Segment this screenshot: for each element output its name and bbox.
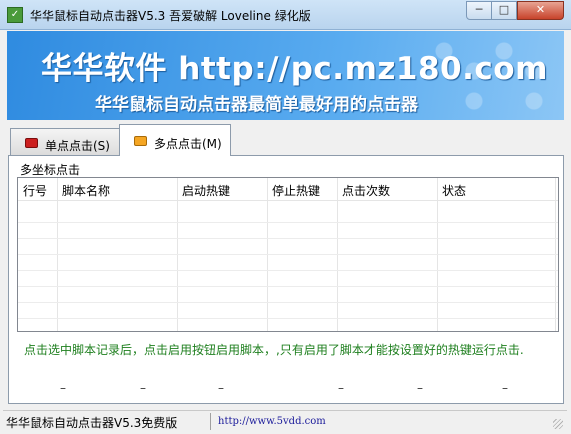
resize-grip-icon[interactable] — [553, 419, 563, 429]
placeholder-dash: – — [417, 381, 423, 395]
placeholder-dash: – — [60, 381, 66, 395]
list-header: 行号 脚本名称 启动热键 停止热键 点击次数 状态 — [18, 178, 558, 201]
group-label: 多坐标点击 — [20, 163, 81, 177]
usage-hint: 点击选中脚本记录后，点击启用按钮启用脚本，,只有启用了脚本才能按设置好的热键运行… — [24, 343, 524, 357]
placeholder-dash: – — [218, 381, 224, 395]
column-header-status[interactable]: 状态 — [442, 182, 466, 199]
status-bar: 华华鼠标自动点击器V5.3免费版 http://www.5vdd.com — [3, 410, 567, 432]
multi-click-panel: 多坐标点击 行号 脚本名称 启动热键 停止热键 点击次数 状态 点击选中脚本记录… — [8, 155, 564, 404]
window-title: 华华鼠标自动点击器V5.3 吾爱破解 Loveline 绿化版 — [30, 9, 311, 23]
placeholder-dash: – — [140, 381, 146, 395]
tab-strip: 单点点击(S) 多点点击(M) — [7, 124, 564, 156]
status-divider — [210, 413, 211, 430]
column-header-start-hotkey[interactable]: 启动热键 — [182, 182, 230, 199]
banner-headline: 华华软件 http://pc.mz180.com — [41, 51, 548, 87]
row-line — [18, 222, 558, 223]
maximize-button[interactable]: □ — [491, 1, 517, 20]
orange-bar-icon — [134, 136, 147, 146]
app-icon: ✓ — [7, 7, 23, 23]
placeholder-dash: – — [338, 381, 344, 395]
column-header-stop-hotkey[interactable]: 停止热键 — [272, 182, 320, 199]
minimize-button[interactable]: ─ — [466, 1, 492, 20]
banner: 华华软件 http://pc.mz180.com 华华鼠标自动点击器最简单最好用… — [7, 31, 564, 120]
red-bar-icon — [25, 138, 38, 148]
script-list[interactable]: 行号 脚本名称 启动热键 停止热键 点击次数 状态 — [17, 177, 559, 332]
row-line — [18, 302, 558, 303]
row-line — [18, 318, 558, 319]
column-header-row-number[interactable]: 行号 — [23, 182, 47, 199]
row-line — [18, 286, 558, 287]
column-header-click-count[interactable]: 点击次数 — [342, 182, 390, 199]
tab-label: 单点点击(S) — [45, 139, 110, 153]
status-product: 华华鼠标自动点击器V5.3免费版 — [6, 416, 178, 430]
title-bar: ✓ 华华鼠标自动点击器V5.3 吾爱破解 Loveline 绿化版 ─ □ ✕ — [0, 0, 571, 30]
tab-multi-click[interactable]: 多点点击(M) — [119, 124, 231, 156]
status-url-link[interactable]: http://www.5vdd.com — [218, 416, 326, 427]
row-line — [18, 270, 558, 271]
placeholder-dash: – — [502, 381, 508, 395]
column-header-script-name[interactable]: 脚本名称 — [62, 182, 110, 199]
tab-label: 多点点击(M) — [154, 137, 222, 151]
close-button[interactable]: ✕ — [517, 1, 564, 20]
banner-tagline: 华华鼠标自动点击器最简单最好用的点击器 — [95, 95, 418, 115]
row-line — [18, 254, 558, 255]
tab-single-click[interactable]: 单点点击(S) — [10, 128, 120, 155]
row-line — [18, 238, 558, 239]
